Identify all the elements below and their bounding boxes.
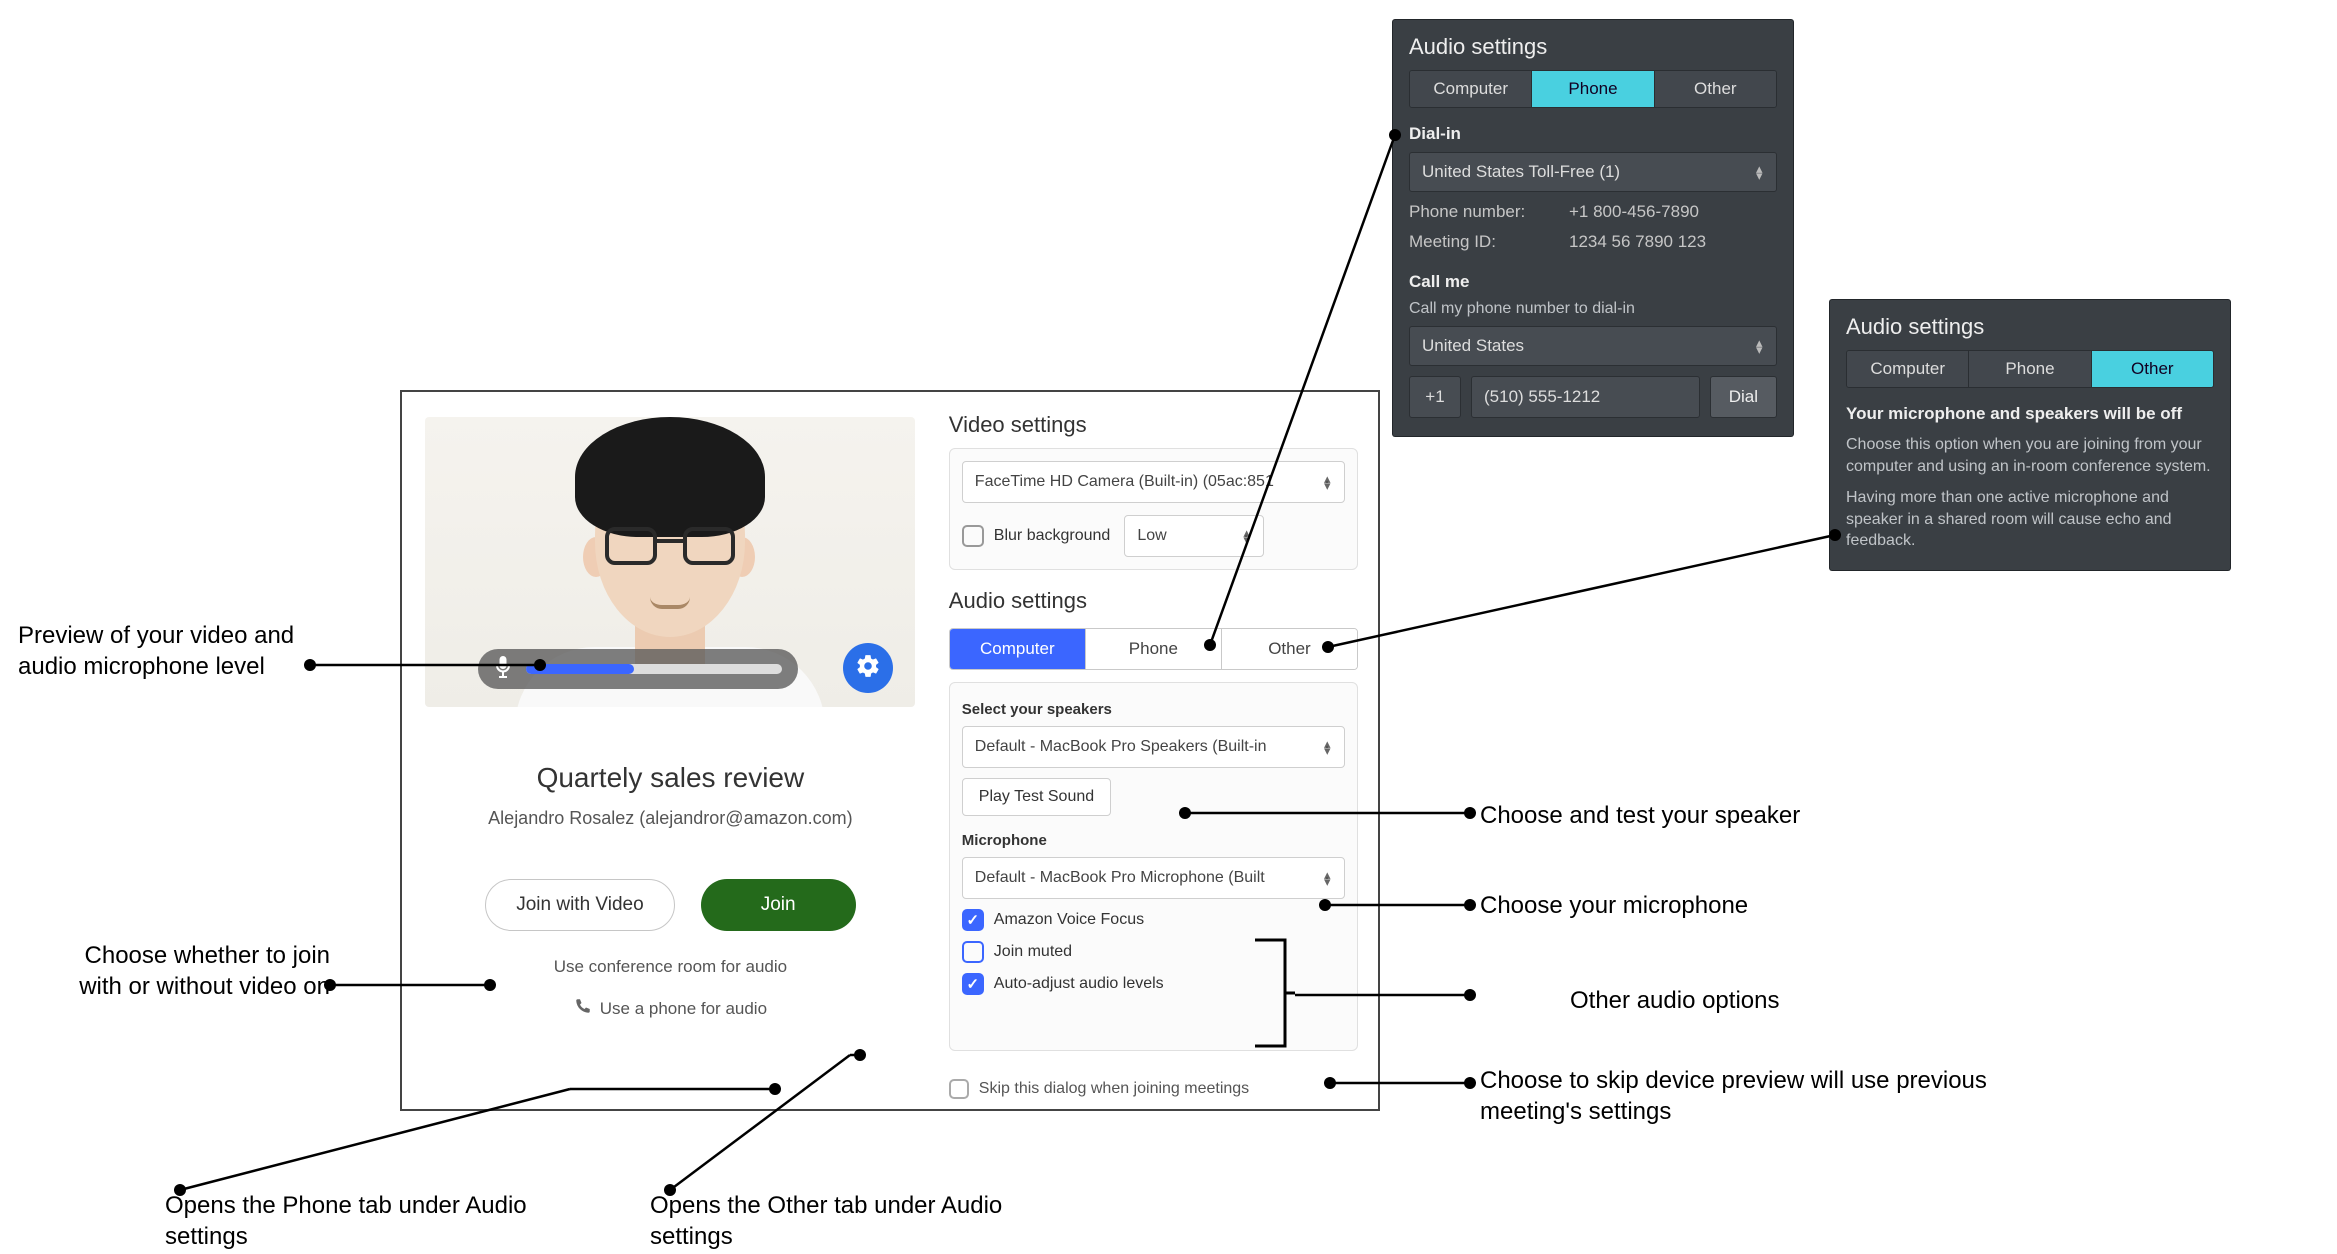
video-settings-group: FaceTime HD Camera (Built-in) (05ac:851 …	[949, 448, 1358, 570]
checkbox-unchecked-icon	[962, 525, 984, 547]
phone-number-row: Phone number: +1 800-456-7890	[1409, 202, 1777, 222]
voice-focus-checkbox[interactable]: Amazon Voice Focus	[962, 909, 1345, 931]
updown-icon: ▴▾	[1243, 529, 1253, 543]
use-conference-room-link[interactable]: Use conference room for audio	[554, 957, 787, 977]
callme-label: Call me	[1409, 272, 1777, 292]
updown-icon: ▴▾	[1756, 165, 1766, 179]
meeting-preview-dialog: Quartely sales review Alejandro Rosalez …	[400, 390, 1380, 1111]
speaker-device-select[interactable]: Default - MacBook Pro Speakers (Built-in…	[962, 726, 1345, 768]
meeting-title: Quartely sales review	[537, 762, 805, 794]
callout-other-audio: Other audio options	[1570, 985, 1779, 1016]
dark-tab-phone[interactable]: Phone	[1969, 351, 2091, 387]
audio-settings-title: Audio settings	[949, 588, 1358, 614]
microphone-label: Microphone	[962, 832, 1345, 849]
use-phone-for-audio-link[interactable]: Use a phone for audio	[574, 997, 767, 1020]
dialog-right: Video settings FaceTime HD Camera (Built…	[939, 392, 1378, 1109]
blur-background-checkbox[interactable]: Blur background	[962, 525, 1111, 547]
mic-device-select[interactable]: Default - MacBook Pro Microphone (Built …	[962, 857, 1345, 899]
annotated-diagram: Quartely sales review Alejandro Rosalez …	[0, 0, 2337, 1254]
checkbox-unchecked-icon	[949, 1079, 969, 1099]
mic-level-indicator	[478, 649, 798, 689]
panel-title: Audio settings	[1409, 34, 1777, 60]
tab-phone[interactable]: Phone	[1086, 629, 1222, 669]
join-button[interactable]: Join	[701, 879, 856, 931]
audio-tabs: Computer Phone Other	[949, 628, 1358, 670]
phone-icon	[574, 997, 592, 1020]
callout-choose-mic: Choose your microphone	[1480, 890, 1748, 921]
panel-title: Audio settings	[1846, 314, 2214, 340]
callout-skip: Choose to skip device preview will use p…	[1480, 1065, 2040, 1127]
audio-computer-group: Select your speakers Default - MacBook P…	[949, 682, 1358, 1051]
audio-settings-other-panel: Audio settings Computer Phone Other Your…	[1830, 300, 2230, 570]
play-test-sound-button[interactable]: Play Test Sound	[962, 778, 1111, 816]
dark-audio-tabs-other: Computer Phone Other	[1846, 350, 2214, 388]
dark-tab-other[interactable]: Other	[2092, 351, 2213, 387]
checkbox-unchecked-icon	[962, 941, 984, 963]
updown-icon: ▴▾	[1324, 740, 1334, 754]
blur-level-select[interactable]: Low ▴▾	[1124, 515, 1264, 557]
video-settings-title: Video settings	[949, 412, 1358, 438]
dialin-country-select[interactable]: United States Toll-Free (1) ▴▾	[1409, 152, 1777, 192]
camera-preview	[425, 417, 915, 707]
callout-test-speaker: Choose and test your speaker	[1480, 800, 1800, 831]
join-muted-checkbox[interactable]: Join muted	[962, 941, 1345, 963]
dark-audio-tabs: Computer Phone Other	[1409, 70, 1777, 108]
phone-number-input[interactable]: (510) 555-1212	[1471, 376, 1700, 418]
dark-tab-phone[interactable]: Phone	[1532, 71, 1654, 107]
mic-level-track	[526, 664, 782, 674]
speakers-label: Select your speakers	[962, 701, 1345, 718]
skip-dialog-checkbox[interactable]: Skip this dialog when joining meetings	[949, 1079, 1358, 1099]
callout-opens-phone: Opens the Phone tab under Audio settings	[165, 1190, 585, 1252]
meeting-id-row: Meeting ID: 1234 56 7890 123	[1409, 232, 1777, 252]
dark-tab-other[interactable]: Other	[1655, 71, 1776, 107]
callme-country-select[interactable]: United States ▴▾	[1409, 326, 1777, 366]
checkbox-checked-icon	[962, 909, 984, 931]
dark-tab-computer[interactable]: Computer	[1410, 71, 1532, 107]
updown-icon: ▴▾	[1324, 475, 1334, 489]
checkbox-checked-icon	[962, 973, 984, 995]
settings-gear-button[interactable]	[843, 643, 893, 693]
other-p1: Choose this option when you are joining …	[1846, 434, 2214, 477]
updown-icon: ▴▾	[1324, 871, 1334, 885]
callout-join-choice: Choose whether to join with or without v…	[40, 940, 330, 1002]
meeting-organizer: Alejandro Rosalez (alejandror@amazon.com…	[488, 808, 852, 829]
country-code-input[interactable]: +1	[1409, 376, 1461, 418]
dark-tab-computer[interactable]: Computer	[1847, 351, 1969, 387]
other-p2: Having more than one active microphone a…	[1846, 487, 2214, 552]
gear-icon	[855, 653, 881, 684]
tab-computer[interactable]: Computer	[950, 629, 1086, 669]
dial-button[interactable]: Dial	[1710, 376, 1777, 418]
mic-icon	[494, 656, 512, 683]
other-strong: Your microphone and speakers will be off	[1846, 404, 2214, 424]
updown-icon: ▴▾	[1756, 339, 1766, 353]
callout-preview: Preview of your video and audio micropho…	[18, 620, 348, 682]
join-with-video-button[interactable]: Join with Video	[485, 879, 674, 931]
auto-adjust-checkbox[interactable]: Auto-adjust audio levels	[962, 973, 1345, 995]
tab-other[interactable]: Other	[1222, 629, 1357, 669]
callout-opens-other: Opens the Other tab under Audio settings	[650, 1190, 1070, 1252]
dialin-label: Dial-in	[1409, 124, 1777, 144]
dialog-left: Quartely sales review Alejandro Rosalez …	[402, 392, 939, 1109]
audio-settings-phone-panel: Audio settings Computer Phone Other Dial…	[1393, 20, 1793, 436]
callme-desc: Call my phone number to dial-in	[1409, 300, 1777, 318]
camera-device-select[interactable]: FaceTime HD Camera (Built-in) (05ac:851 …	[962, 461, 1345, 503]
